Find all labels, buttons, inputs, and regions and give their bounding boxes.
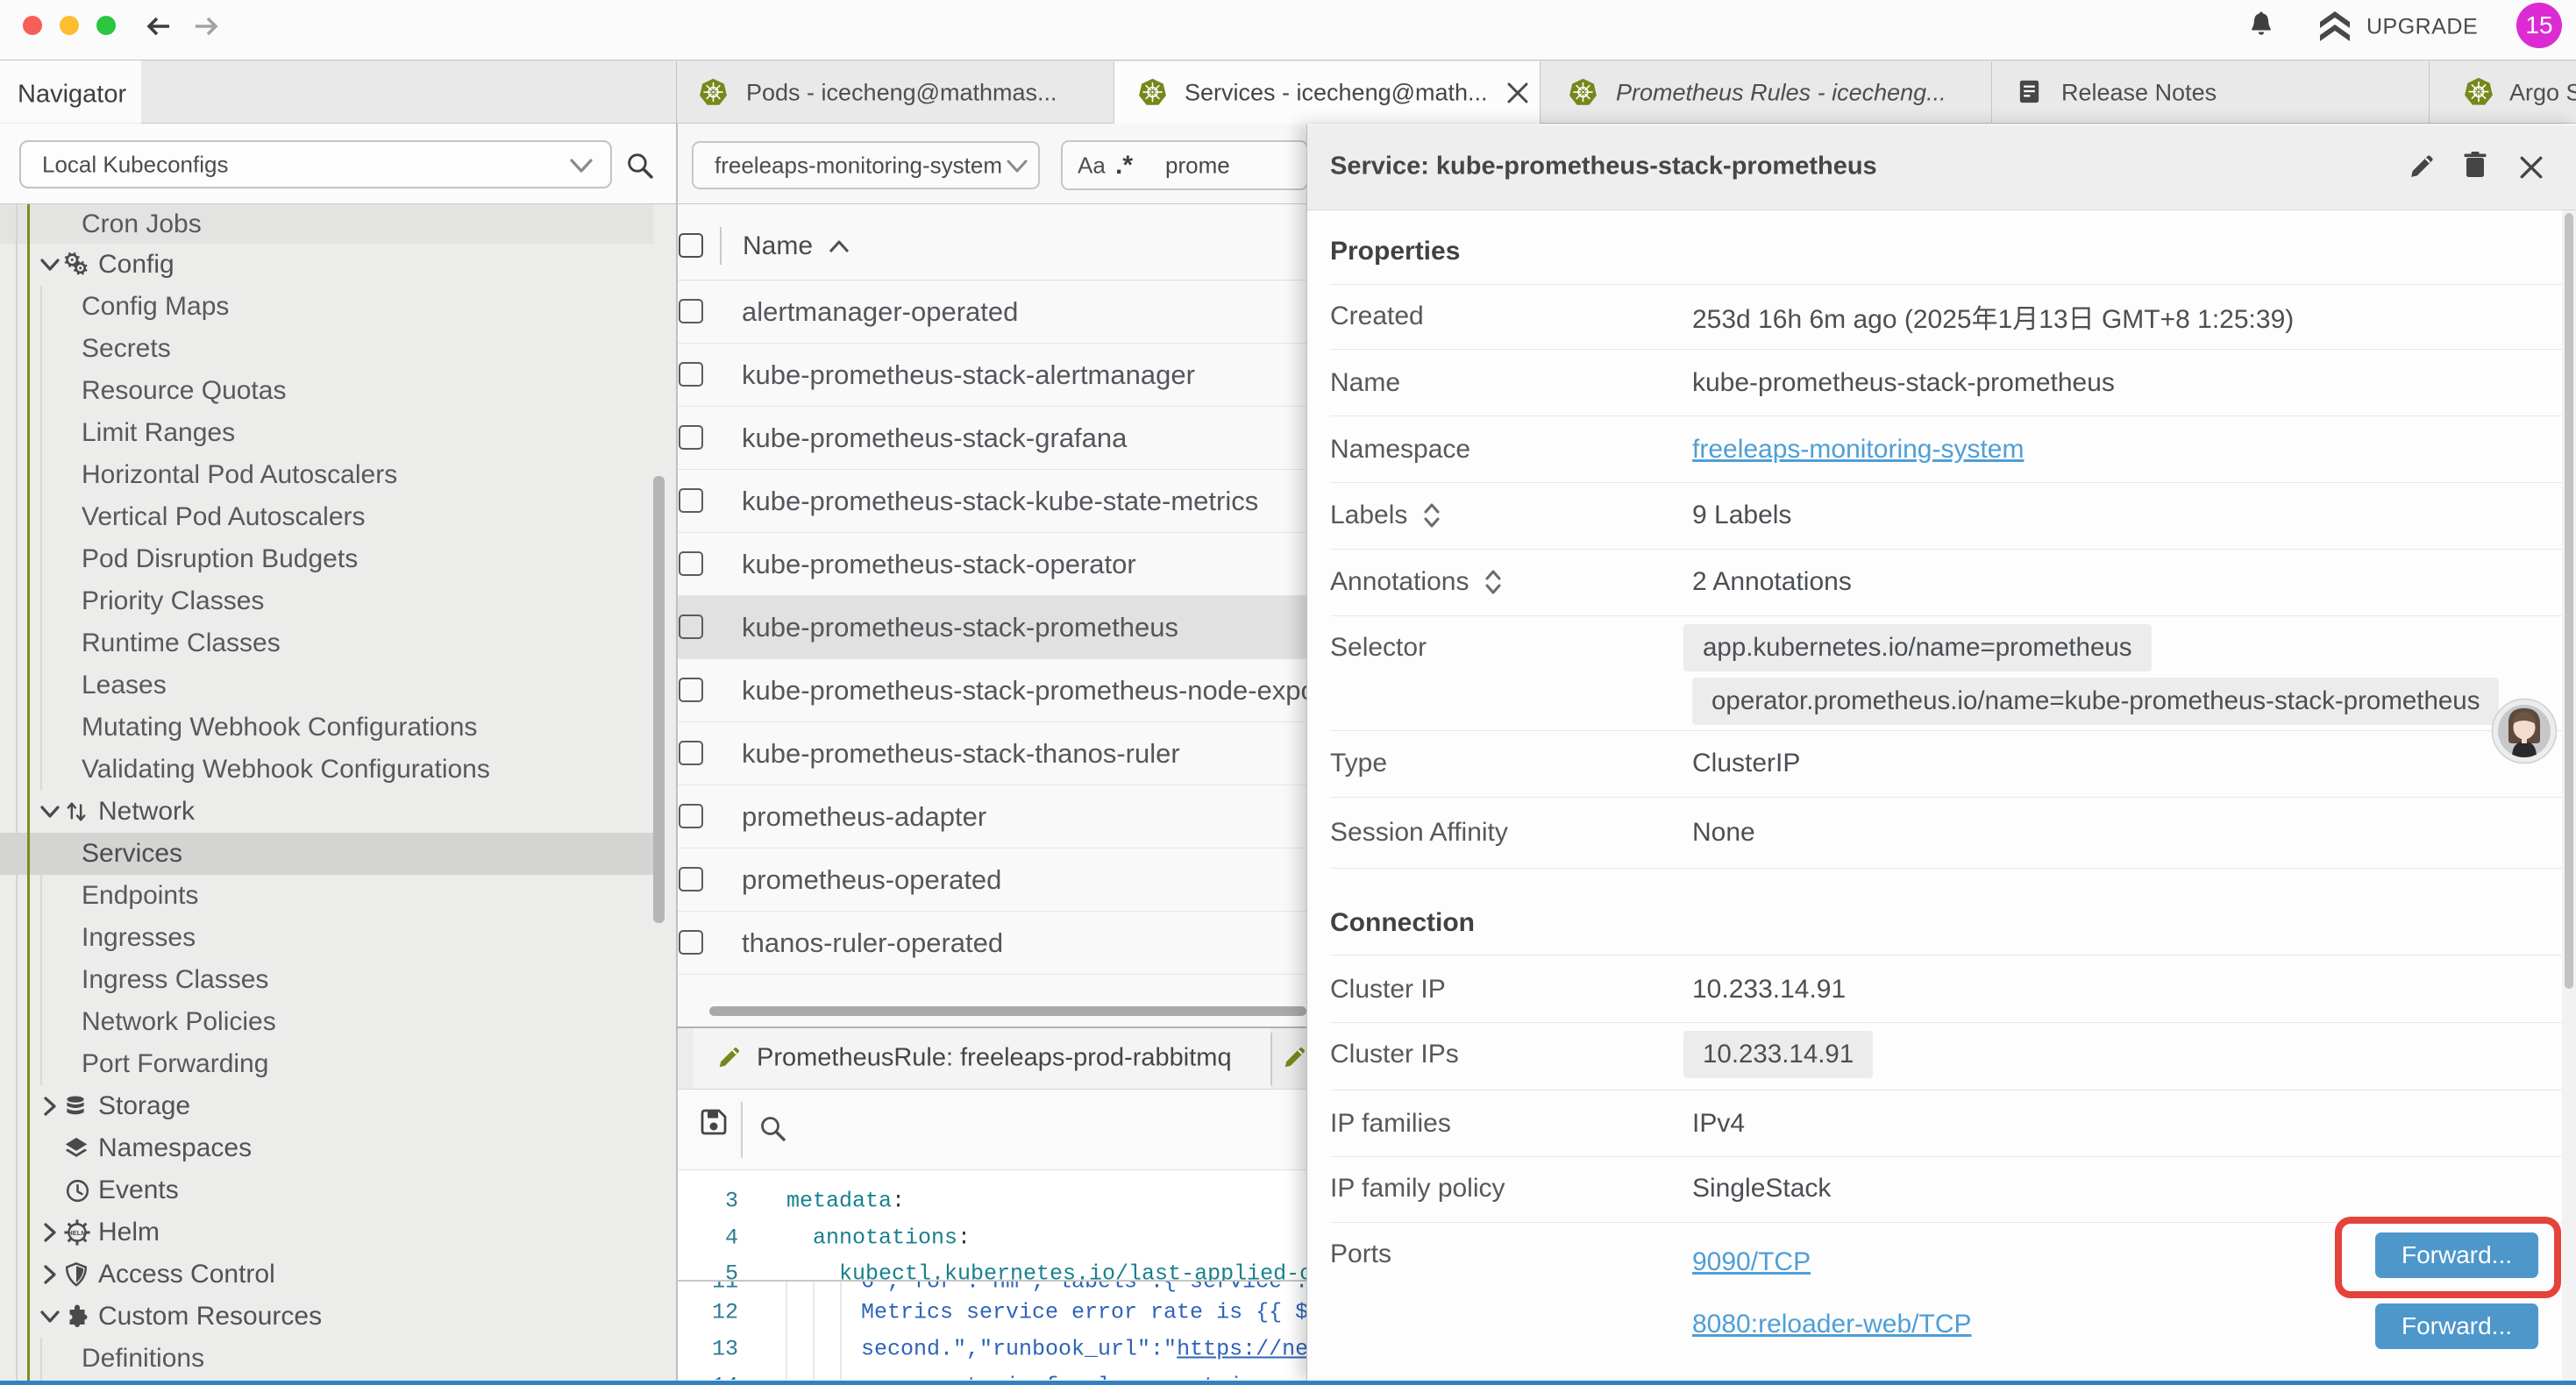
svg-text:HELM: HELM <box>68 1229 86 1237</box>
